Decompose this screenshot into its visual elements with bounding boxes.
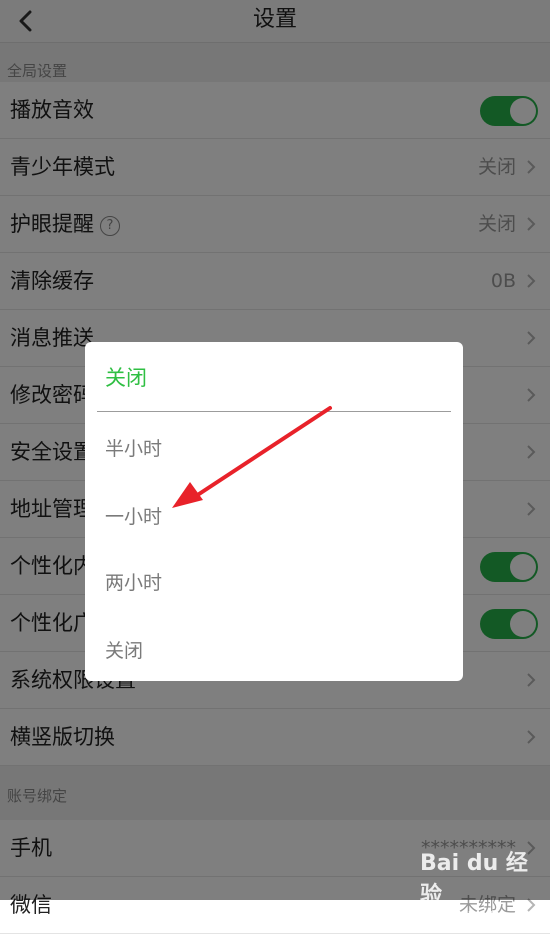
dialog-divider [97, 411, 451, 412]
option-two-hours[interactable]: 两小时 [105, 568, 162, 595]
watermark-url: jingyan.baidu.com [420, 909, 531, 922]
option-one-hour[interactable]: 一小时 [105, 502, 162, 529]
eye-care-dialog: 关闭 半小时 一小时 两小时 关闭 [85, 342, 463, 681]
option-half-hour[interactable]: 半小时 [105, 434, 162, 461]
dialog-title[interactable]: 关闭 [105, 362, 147, 392]
watermark-brand: Bai du 经验 [420, 851, 528, 908]
watermark-logo: Bai du 经验 jingyan.baidu.com [420, 845, 540, 922]
option-off[interactable]: 关闭 [105, 636, 143, 663]
